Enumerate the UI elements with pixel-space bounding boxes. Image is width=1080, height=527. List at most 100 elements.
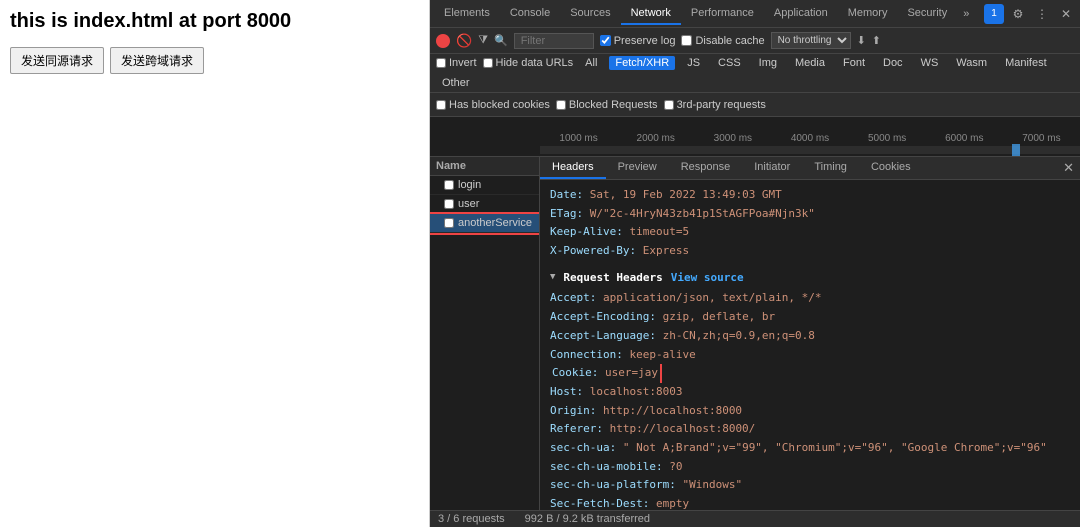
more-tabs-icon[interactable]: » <box>957 4 975 24</box>
header-keep-alive: Keep-Alive: timeout=5 <box>550 223 1070 242</box>
disable-cache-checkbox[interactable] <box>681 35 692 46</box>
request-list-header: Name <box>430 157 539 176</box>
detail-tab-timing[interactable]: Timing <box>802 157 859 179</box>
network-toolbar: 🚫 ⧩ 🔍 Preserve log Disable cache No thro… <box>430 28 1080 54</box>
filter-css-btn[interactable]: CSS <box>712 56 747 70</box>
request-headers-section-header: ▼ Request Headers View source <box>550 269 1070 288</box>
view-source-link[interactable]: View source <box>671 269 744 288</box>
timeline-labels: 1000 ms 2000 ms 3000 ms 4000 ms 5000 ms … <box>430 133 1080 146</box>
filter-row-2: Has blocked cookies Blocked Requests 3rd… <box>430 93 1080 117</box>
filter-manifest-btn[interactable]: Manifest <box>999 56 1053 70</box>
request-checkbox-anotherservice[interactable] <box>444 218 454 228</box>
header-accept-language: Accept-Language: zh-CN,zh;q=0.9,en;q=0.8 <box>550 327 1070 346</box>
filter-input[interactable] <box>514 33 594 49</box>
header-referer: Referer: http://localhost:8000/ <box>550 420 1070 439</box>
cookie-highlighted-row: Cookie: user=jay <box>550 364 660 383</box>
filter-doc-btn[interactable]: Doc <box>877 56 909 70</box>
same-origin-btn[interactable]: 发送同源请求 <box>10 47 104 74</box>
throttle-select[interactable]: No throttling <box>771 32 851 49</box>
preserve-log-label[interactable]: Preserve log <box>600 35 676 47</box>
header-connection: Connection: keep-alive <box>550 346 1070 365</box>
tab-memory[interactable]: Memory <box>838 3 898 25</box>
clear-button[interactable]: 🚫 <box>456 33 472 49</box>
header-date: Date: Sat, 19 Feb 2022 13:49:03 GMT <box>550 186 1070 205</box>
filter-all-btn[interactable]: All <box>579 56 603 70</box>
close-devtools-icon[interactable]: ✕ <box>1056 4 1076 24</box>
detail-tab-cookies[interactable]: Cookies <box>859 157 923 179</box>
filter-media-btn[interactable]: Media <box>789 56 831 70</box>
filter-wasm-btn[interactable]: Wasm <box>950 56 993 70</box>
filter-ws-btn[interactable]: WS <box>915 56 945 70</box>
devtools-right-icons: 1 ⚙ ⋮ ✕ <box>984 4 1076 24</box>
tab-security[interactable]: Security <box>897 3 957 25</box>
filter-fetch-xhr-btn[interactable]: Fetch/XHR <box>609 56 675 70</box>
disable-cache-label[interactable]: Disable cache <box>681 35 764 47</box>
header-sec-ch-ua: sec-ch-ua: " Not A;Brand";v="99", "Chrom… <box>550 439 1070 458</box>
header-sec-ch-ua-platform: sec-ch-ua-platform: "Windows" <box>550 476 1070 495</box>
request-checkbox-login[interactable] <box>444 180 454 190</box>
header-sec-ch-ua-mobile: sec-ch-ua-mobile: ?0 <box>550 458 1070 477</box>
filter-font-btn[interactable]: Font <box>837 56 871 70</box>
filter-js-btn[interactable]: JS <box>681 56 706 70</box>
timeline-track <box>540 146 1080 154</box>
request-list: Name login user anotherService <box>430 157 540 510</box>
left-panel: this is index.html at port 8000 发送同源请求 发… <box>0 0 430 527</box>
tab-console[interactable]: Console <box>500 3 560 25</box>
blocked-requests-checkbox[interactable] <box>556 100 566 110</box>
tab-application[interactable]: Application <box>764 3 838 25</box>
export-har-icon[interactable]: ⬆ <box>872 34 881 47</box>
blocked-requests-label[interactable]: Blocked Requests <box>556 99 658 111</box>
hide-data-urls-checkbox[interactable] <box>483 58 493 68</box>
header-accept: Accept: application/json, text/plain, */… <box>550 289 1070 308</box>
network-main: Name login user anotherService Headers P… <box>430 157 1080 510</box>
request-item-user[interactable]: user <box>430 195 539 214</box>
detail-tab-preview[interactable]: Preview <box>606 157 669 179</box>
record-button[interactable] <box>436 34 450 48</box>
page-title: this is index.html at port 8000 <box>10 10 419 33</box>
filter-img-btn[interactable]: Img <box>753 56 783 70</box>
response-headers-section: Date: Sat, 19 Feb 2022 13:49:03 GMT ETag… <box>550 186 1070 261</box>
detail-panel: Headers Preview Response Initiator Timin… <box>540 157 1080 510</box>
tab-performance[interactable]: Performance <box>681 3 764 25</box>
header-origin: Origin: http://localhost:8000 <box>550 402 1070 421</box>
header-host: Host: localhost:8003 <box>550 383 1070 402</box>
timeline-indicator <box>1012 144 1020 156</box>
preserve-log-checkbox[interactable] <box>600 35 611 46</box>
filter-other-btn[interactable]: Other <box>436 76 476 90</box>
third-party-label[interactable]: 3rd-party requests <box>664 99 766 111</box>
header-etag: ETag: W/"2c-4HryN43zb41p1StAGFPoa#Njn3k" <box>550 205 1070 224</box>
request-item-login[interactable]: login <box>430 176 539 195</box>
invert-checkbox[interactable] <box>436 58 446 68</box>
timeline-bar: 1000 ms 2000 ms 3000 ms 4000 ms 5000 ms … <box>430 117 1080 157</box>
detail-close-icon[interactable]: ✕ <box>1063 160 1074 176</box>
detail-tab-headers[interactable]: Headers <box>540 157 606 179</box>
filter-icon[interactable]: ⧩ <box>478 34 488 47</box>
tab-network[interactable]: Network <box>621 3 681 25</box>
transfer-size: 992 B / 9.2 kB transferred <box>525 513 650 525</box>
detail-tab-initiator[interactable]: Initiator <box>742 157 802 179</box>
devtools-badge: 1 <box>984 4 1004 24</box>
more-options-icon[interactable]: ⋮ <box>1032 4 1052 24</box>
devtools-panel: Elements Console Sources Network Perform… <box>430 0 1080 527</box>
filter-row: Invert Hide data URLs All Fetch/XHR JS C… <box>430 54 1080 93</box>
import-har-icon[interactable]: ⬇ <box>857 34 866 47</box>
has-blocked-cookies-label[interactable]: Has blocked cookies <box>436 99 550 111</box>
detail-tab-response[interactable]: Response <box>669 157 743 179</box>
third-party-checkbox[interactable] <box>664 100 674 110</box>
tab-sources[interactable]: Sources <box>560 3 620 25</box>
request-checkbox-user[interactable] <box>444 199 454 209</box>
header-sec-fetch-dest: Sec-Fetch-Dest: empty <box>550 495 1070 510</box>
requests-count: 3 / 6 requests <box>438 513 505 525</box>
settings-icon[interactable]: ⚙ <box>1008 4 1028 24</box>
invert-label[interactable]: Invert <box>436 57 477 69</box>
tab-elements[interactable]: Elements <box>434 3 500 25</box>
detail-tab-bar: Headers Preview Response Initiator Timin… <box>540 157 1080 180</box>
status-bar: 3 / 6 requests 992 B / 9.2 kB transferre… <box>430 510 1080 527</box>
cross-origin-btn[interactable]: 发送跨域请求 <box>110 47 204 74</box>
has-blocked-cookies-checkbox[interactable] <box>436 100 446 110</box>
hide-data-urls-label[interactable]: Hide data URLs <box>483 57 574 69</box>
headers-content: Date: Sat, 19 Feb 2022 13:49:03 GMT ETag… <box>540 180 1080 510</box>
header-x-powered-by: X-Powered-By: Express <box>550 242 1070 261</box>
search-icon[interactable]: 🔍 <box>494 34 508 47</box>
request-item-anotherservice[interactable]: anotherService <box>430 214 539 233</box>
